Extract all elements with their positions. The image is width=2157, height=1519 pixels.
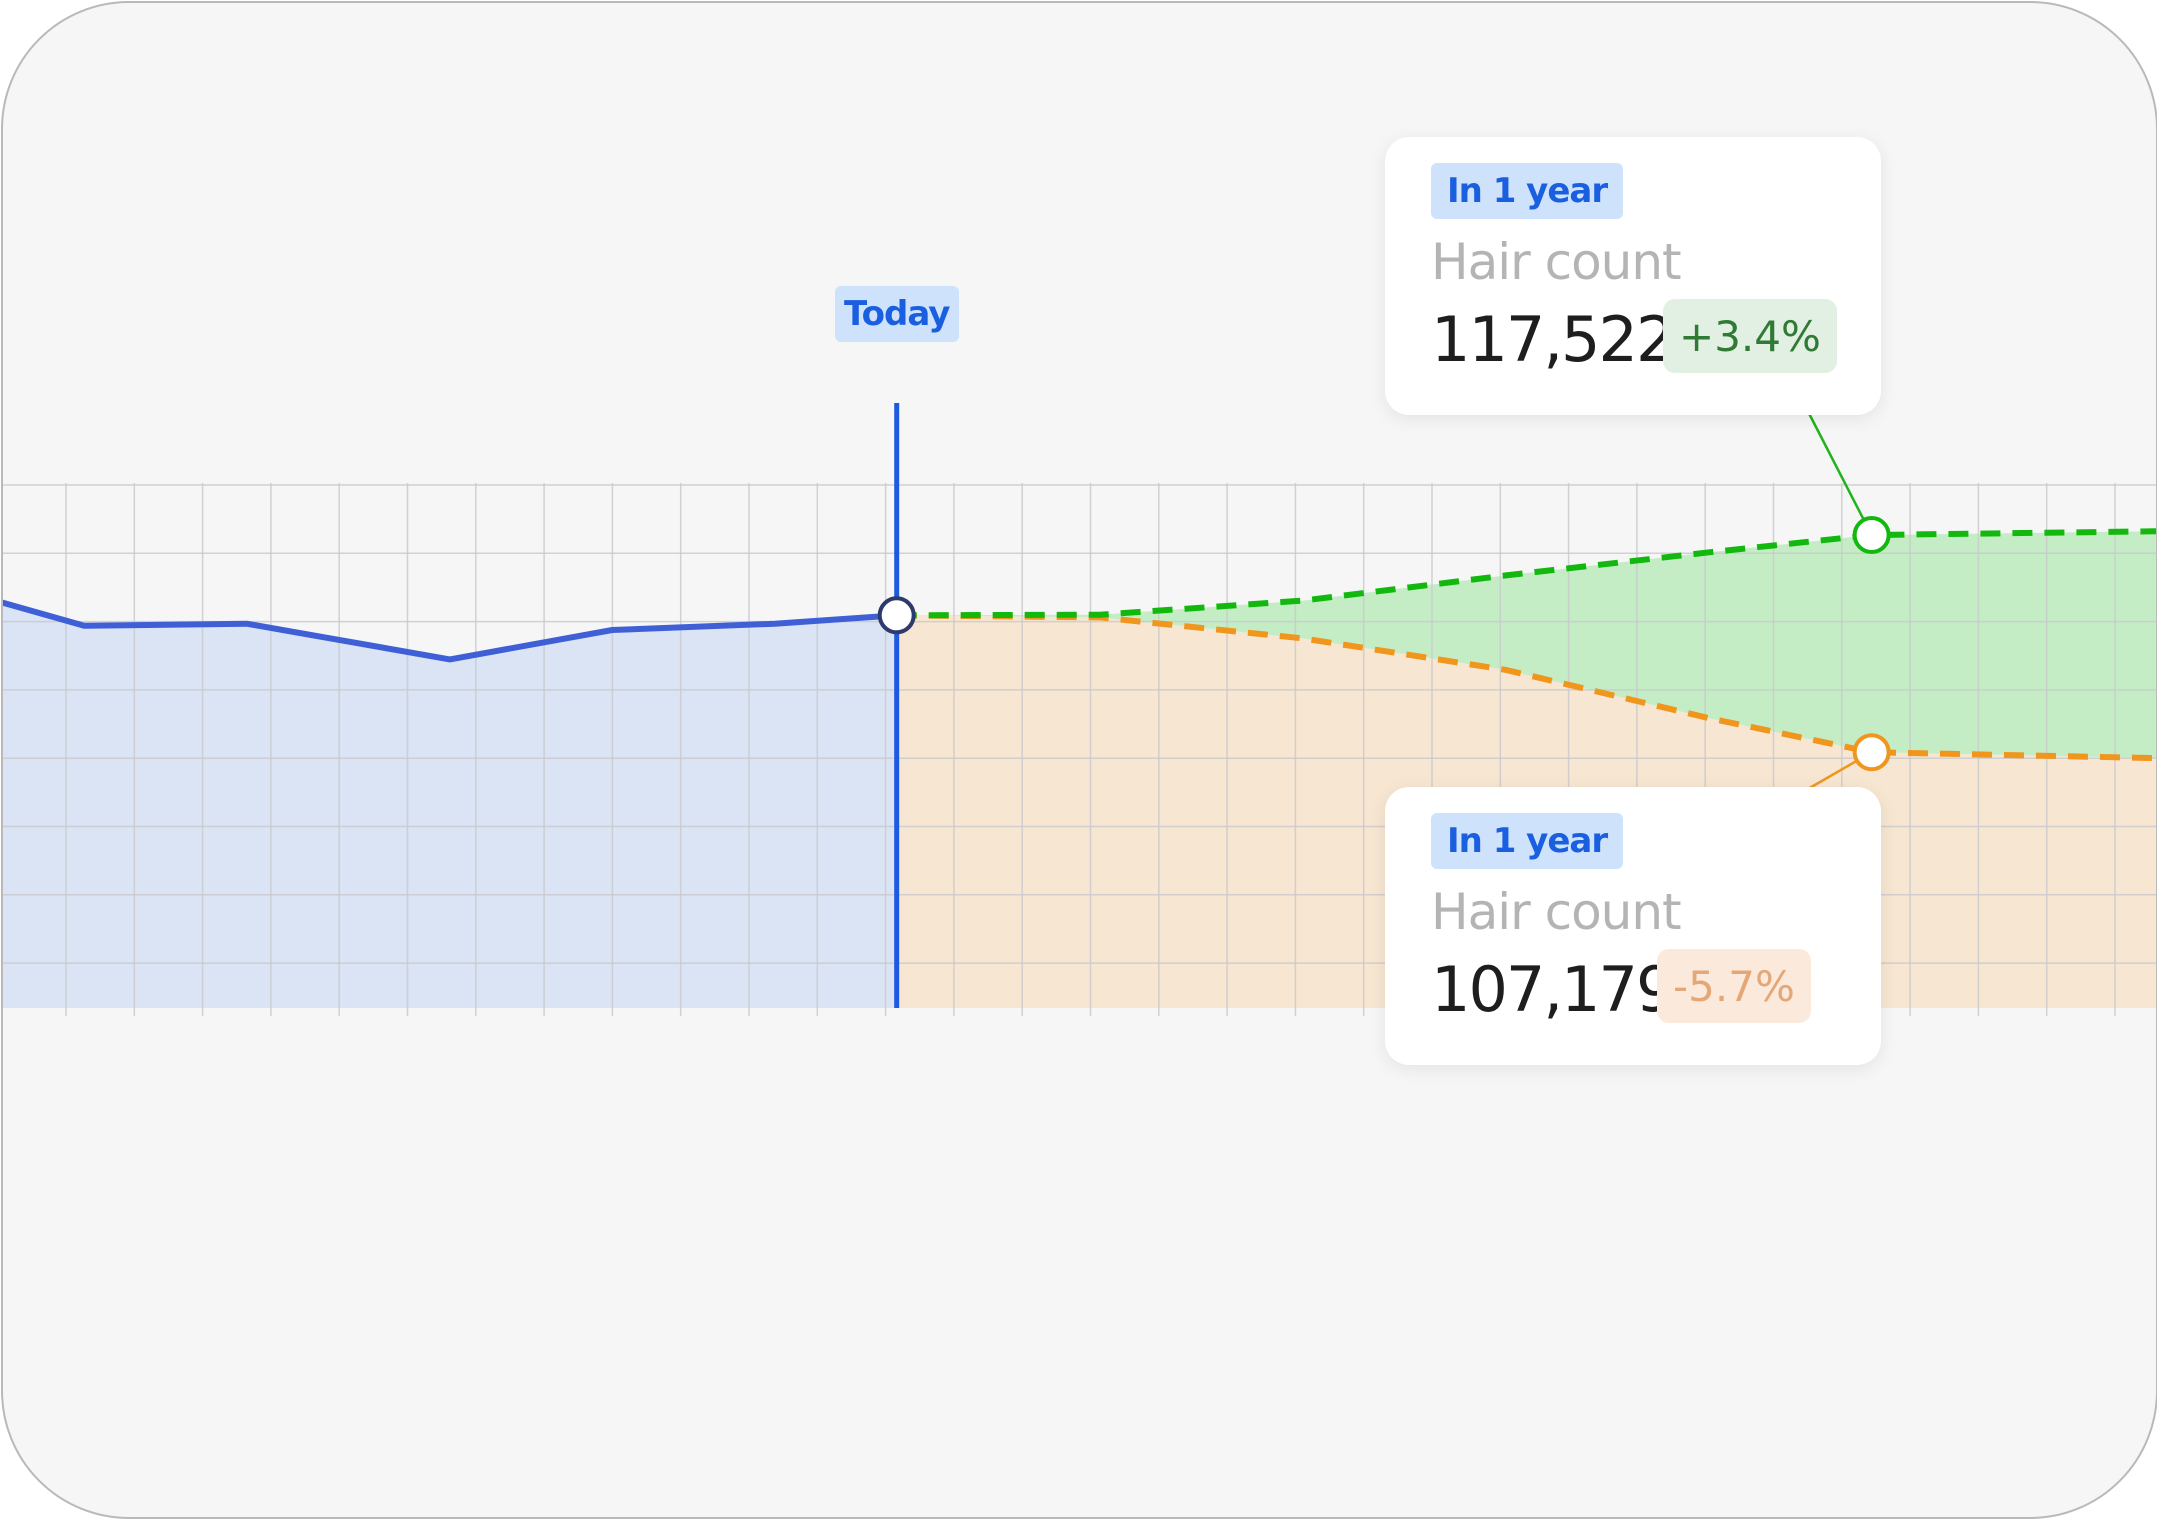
metric-value: 107,179	[1431, 953, 1675, 1026]
forecast-horizon-tag: In 1 year	[1431, 813, 1624, 869]
metric-label: Hair count	[1431, 233, 1682, 291]
forecast-horizon-tag: In 1 year	[1431, 163, 1624, 219]
pessimistic-marker	[1852, 733, 1891, 772]
optimistic-marker	[1852, 516, 1891, 555]
today-label: Today	[834, 286, 959, 342]
today-marker	[877, 596, 916, 635]
change-badge: +3.4%	[1663, 299, 1837, 373]
pessimistic-forecast-card[interactable]: In 1 year Hair count 107,179 -5.7%	[1385, 787, 1881, 1065]
upper-connector	[1802, 402, 1873, 536]
metric-label: Hair count	[1431, 883, 1682, 941]
history-area	[3, 602, 897, 1008]
optimistic-forecast-card[interactable]: In 1 year Hair count 117,522 +3.4%	[1385, 137, 1881, 415]
metric-value: 117,522	[1431, 303, 1675, 376]
chart-panel: Today In 1 year Hair count 117,522 +3.4%…	[1, 1, 2157, 1519]
change-badge: -5.7%	[1657, 949, 1811, 1023]
